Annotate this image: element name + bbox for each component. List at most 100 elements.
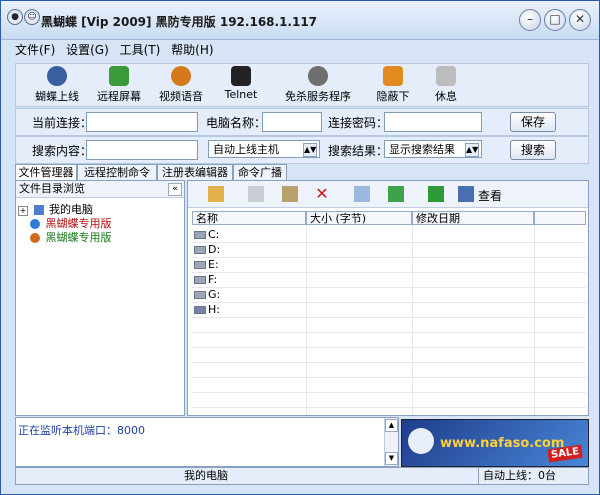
folder-up-icon[interactable] — [208, 186, 224, 202]
table-row — [192, 377, 586, 393]
scroll-down-icon[interactable]: ▼ — [385, 452, 398, 465]
log-text: 正在监听本机端口：8000 — [18, 424, 145, 437]
window-menu-icon[interactable]: ● — [7, 9, 23, 25]
view-icon[interactable] — [458, 186, 474, 202]
column-size[interactable]: 大小 (字节) — [306, 211, 412, 225]
title-bar: ● ☺ 黑蝴蝶 [Vip 2009] 黑防专用版 192.168.1.117 –… — [1, 1, 599, 40]
column-modified[interactable]: 修改日期 — [412, 211, 534, 225]
network-drive-icon — [194, 306, 206, 314]
telnet-button[interactable]: Telnet — [216, 66, 266, 101]
chevron-down-icon[interactable]: ▲▼ — [465, 143, 479, 157]
drive-row-h[interactable]: H: — [192, 302, 586, 318]
password-label: 连接密码： — [328, 116, 389, 130]
computer-name-label: 电脑名称： — [206, 116, 267, 130]
paste-icon[interactable] — [282, 186, 298, 202]
menu-file[interactable]: 文件(F) — [15, 41, 55, 58]
drive-icon — [194, 276, 206, 284]
directory-tree-pane: 文件目录浏览 « + 我的电脑 黑蝴蝶专用版 黑蝴蝶专用版 — [15, 180, 185, 416]
drive-icon — [194, 261, 206, 269]
rest-button[interactable]: 休息 — [426, 66, 466, 104]
tab-registry-editor[interactable]: 注册表编辑器 — [157, 164, 233, 180]
main-window: ● ☺ 黑蝴蝶 [Vip 2009] 黑防专用版 192.168.1.117 –… — [0, 0, 600, 495]
video-icon — [171, 66, 191, 86]
log-scrollbar[interactable]: ▲ ▼ — [384, 418, 398, 466]
delete-icon[interactable]: ✕ — [314, 186, 330, 202]
host-select[interactable]: 自动上线主机 ▲▼ — [208, 140, 320, 158]
chevron-down-icon[interactable]: ▲▼ — [303, 143, 317, 157]
column-extra — [534, 211, 586, 225]
save-button[interactable]: 保存 — [510, 112, 556, 132]
table-row — [192, 347, 586, 363]
connection-row: 当前连接： 电脑名称： 连接密码： 保存 — [15, 108, 589, 136]
current-connection-input[interactable] — [86, 112, 198, 132]
ad-site: www.nafaso.com — [440, 436, 565, 451]
search-row: 搜索内容： 自动上线主机 ▲▼ 搜索结果： 显示搜索结果 ▲▼ 搜索 — [15, 136, 589, 164]
terminal-icon — [231, 66, 251, 86]
drive-row-g[interactable]: G: — [192, 287, 586, 303]
tree-item-host-2[interactable]: 黑蝴蝶专用版 — [30, 229, 112, 245]
status-online-count: 自动上线：0台 — [478, 468, 556, 484]
results-select[interactable]: 显示搜索结果 ▲▼ — [384, 140, 482, 158]
search-content-label: 搜索内容： — [32, 144, 93, 158]
remote-screen-button[interactable]: 远程屏幕 — [94, 66, 144, 104]
window-title: 黑蝴蝶 [Vip 2009] 黑防专用版 192.168.1.117 — [41, 15, 318, 29]
table-row — [192, 317, 586, 333]
main-toolbar: 蝴蝶上线 远程屏幕 视频语音 Telnet 免杀服务程序 隐蔽下 休息 — [15, 63, 589, 107]
globe-icon — [30, 219, 40, 229]
hide-icon — [383, 66, 403, 86]
tab-file-manager[interactable]: 文件管理器 — [15, 164, 77, 181]
butterfly-logo-icon — [408, 428, 434, 454]
screen-icon — [109, 66, 129, 86]
copy-icon[interactable] — [248, 186, 264, 202]
status-center: 我的电脑 — [184, 469, 228, 482]
close-icon[interactable]: ✕ — [569, 9, 591, 31]
expand-icon[interactable]: + — [18, 206, 28, 216]
tab-command-broadcast[interactable]: 命令广播 — [233, 164, 287, 180]
scroll-up-icon[interactable]: ▲ — [385, 419, 398, 432]
app-icon: ☺ — [24, 9, 40, 25]
computer-icon — [33, 205, 44, 215]
menu-help[interactable]: 帮助(H) — [171, 41, 213, 58]
password-input[interactable] — [384, 112, 482, 132]
menu-bar: 文件(F) 设置(G) 工具(T) 帮助(H) — [15, 41, 221, 59]
search-results-label: 搜索结果： — [328, 144, 389, 158]
minimize-icon[interactable]: – — [519, 9, 541, 31]
file-list-pane: ✕ 查看 名称 大小 (字节) 修改日期 C: D: E: F: G: H: — [187, 180, 589, 416]
rest-icon — [436, 66, 456, 86]
status-bar: 我的电脑 自动上线：0台 — [15, 467, 589, 485]
ad-banner[interactable]: www.nafaso.com SALE — [401, 419, 589, 467]
hide-button[interactable]: 隐蔽下 — [368, 66, 418, 104]
collapse-icon[interactable]: « — [168, 183, 182, 196]
tab-remote-command[interactable]: 远程控制命令 — [77, 164, 157, 180]
butterfly-online-button[interactable]: 蝴蝶上线 — [32, 66, 82, 104]
table-row — [192, 392, 586, 408]
search-button[interactable]: 搜索 — [510, 140, 556, 160]
drive-row-e[interactable]: E: — [192, 257, 586, 273]
service-icon — [308, 66, 328, 86]
table-row — [192, 362, 586, 378]
current-connection-label: 当前连接： — [32, 116, 93, 130]
drive-icon — [194, 231, 206, 239]
user-icon — [30, 233, 40, 243]
drive-icon — [194, 291, 206, 299]
video-voice-button[interactable]: 视频语音 — [156, 66, 206, 104]
download-icon[interactable] — [388, 186, 404, 202]
service-program-button[interactable]: 免杀服务程序 — [278, 66, 358, 104]
drive-row-c[interactable]: C: — [192, 227, 586, 243]
computer-name-input[interactable] — [262, 112, 322, 132]
butterfly-icon — [47, 66, 67, 86]
maximize-icon[interactable]: □ — [544, 9, 566, 31]
table-row — [192, 332, 586, 348]
directory-tree-header: 文件目录浏览 « — [16, 181, 184, 198]
drive-row-f[interactable]: F: — [192, 272, 586, 288]
menu-settings[interactable]: 设置(G) — [66, 41, 109, 58]
upload-icon[interactable] — [354, 186, 370, 202]
menu-tools[interactable]: 工具(T) — [120, 41, 161, 58]
drive-row-d[interactable]: D: — [192, 242, 586, 258]
refresh-icon[interactable] — [428, 186, 444, 202]
search-content-input[interactable] — [86, 140, 198, 160]
drive-icon — [194, 246, 206, 254]
file-toolbar: ✕ 查看 — [188, 181, 588, 208]
view-button[interactable]: 查看 — [478, 187, 502, 204]
column-name[interactable]: 名称 — [192, 211, 306, 225]
